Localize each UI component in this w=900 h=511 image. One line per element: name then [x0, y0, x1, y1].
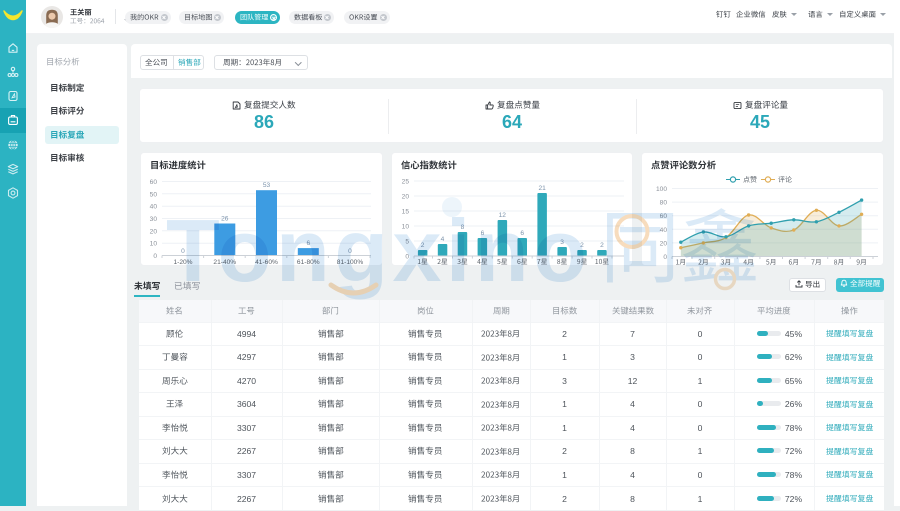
svg-text:0: 0	[405, 254, 409, 261]
svg-text:10: 10	[402, 224, 410, 231]
svg-text:4: 4	[441, 236, 445, 243]
svg-text:60: 60	[150, 179, 158, 186]
svg-text:21-40%: 21-40%	[213, 259, 236, 266]
svg-text:61-80%: 61-80%	[297, 259, 320, 266]
svg-text:10: 10	[150, 241, 158, 248]
svg-text:6: 6	[481, 230, 485, 237]
svg-text:15: 15	[402, 209, 410, 216]
svg-text:20: 20	[150, 228, 158, 235]
svg-text:25: 25	[402, 179, 410, 186]
svg-text:53: 53	[263, 182, 271, 189]
svg-text:1-20%: 1-20%	[173, 259, 192, 266]
svg-text:20: 20	[402, 194, 410, 201]
svg-text:30: 30	[150, 216, 158, 223]
svg-text:81-100%: 81-100%	[337, 259, 364, 266]
svg-text:2: 2	[600, 242, 604, 249]
svg-text:50: 50	[150, 191, 158, 198]
svg-text:80: 80	[660, 200, 668, 207]
svg-text:8: 8	[461, 224, 465, 231]
svg-text:26: 26	[221, 216, 229, 223]
svg-text:0: 0	[153, 253, 157, 260]
svg-text:3: 3	[560, 239, 564, 246]
svg-text:100: 100	[656, 186, 667, 193]
svg-text:0: 0	[348, 248, 352, 255]
svg-text:0: 0	[181, 248, 185, 255]
svg-text:40: 40	[150, 204, 158, 211]
svg-text:12: 12	[499, 212, 507, 219]
svg-text:6: 6	[520, 230, 524, 237]
svg-text:40: 40	[660, 227, 668, 234]
svg-text:5: 5	[405, 239, 409, 246]
svg-text:2: 2	[580, 242, 584, 249]
svg-text:2: 2	[421, 242, 425, 249]
svg-text:0: 0	[663, 254, 667, 261]
svg-text:21: 21	[539, 185, 547, 192]
svg-text:6: 6	[306, 240, 310, 247]
svg-text:41-60%: 41-60%	[255, 259, 278, 266]
svg-text:60: 60	[660, 213, 668, 220]
svg-text:20: 20	[660, 240, 668, 247]
